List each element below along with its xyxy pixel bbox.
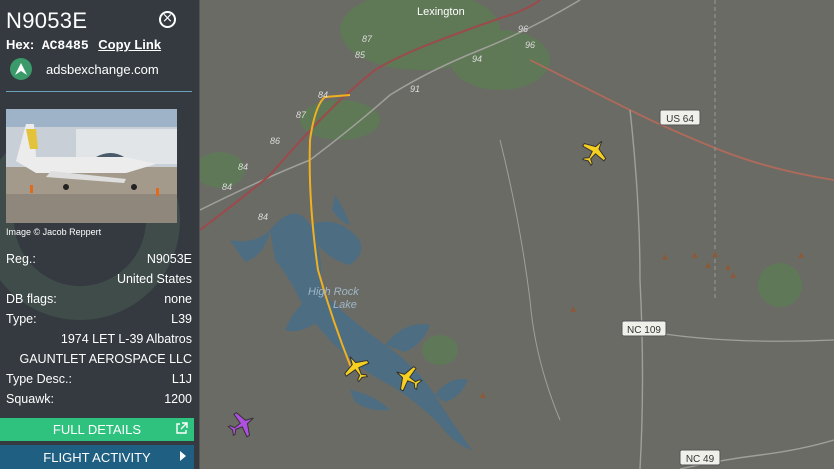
road-shield-nc49: NC 49 <box>679 449 721 466</box>
source-label: adsbexchange.com <box>46 61 159 77</box>
city-label: Lexington <box>417 6 465 18</box>
source-link[interactable]: adsbexchange.com <box>10 57 159 81</box>
flight-activity-button[interactable]: FLIGHT ACTIVITY <box>0 445 194 469</box>
lake-label-line1: High Rock <box>308 286 359 298</box>
svg-text:85: 85 <box>355 50 366 60</box>
detail-row-db-flags: DB flags: none <box>6 292 192 308</box>
detail-label: DB flags: <box>6 292 57 306</box>
svg-text:87: 87 <box>362 34 373 44</box>
image-credit: Image © Jacob Reppert <box>6 227 102 237</box>
detail-value: none <box>164 292 192 306</box>
svg-text:US 64: US 64 <box>666 114 694 125</box>
svg-text:87: 87 <box>296 110 307 120</box>
copy-link[interactable]: Copy Link <box>98 37 161 52</box>
svg-text:84: 84 <box>318 90 328 100</box>
svg-text:NC 109: NC 109 <box>627 325 661 336</box>
svg-text:86: 86 <box>270 136 280 146</box>
svg-text:91: 91 <box>410 84 420 94</box>
detail-row-country: United States <box>6 272 192 288</box>
aircraft-photo[interactable] <box>6 109 177 223</box>
hex-row: Hex: AC8485 Copy Link <box>6 37 161 53</box>
detail-value: GAUNTLET AEROSPACE LLC <box>19 352 192 366</box>
adsbexchange-logo-icon <box>10 58 32 80</box>
full-details-label: FULL DETAILS <box>52 422 142 437</box>
svg-text:94: 94 <box>472 54 482 64</box>
map-view[interactable]: Lexington High Rock Lake US 64 NC 109 NC… <box>200 0 834 469</box>
chevron-right-icon <box>180 451 186 461</box>
detail-value: 1974 LET L-39 Albatros <box>60 332 192 346</box>
svg-text:84: 84 <box>258 212 268 222</box>
external-link-icon <box>175 422 188 438</box>
detail-value: N9053E <box>146 252 192 266</box>
detail-label: Type Desc.: <box>6 372 72 386</box>
flight-activity-label: FLIGHT ACTIVITY <box>43 449 151 465</box>
svg-text:96: 96 <box>525 40 535 50</box>
detail-row-owner: GAUNTLET AEROSPACE LLC <box>6 352 192 368</box>
detail-row-type: Type: L39 <box>6 312 192 328</box>
detail-value: 1200 <box>164 392 192 406</box>
detail-value: United States <box>116 272 192 286</box>
divider <box>6 91 192 92</box>
hex-value: AC8485 <box>41 38 89 53</box>
full-details-button[interactable]: FULL DETAILS <box>0 418 194 441</box>
detail-label: Squawk: <box>6 392 54 406</box>
detail-label: Reg.: <box>6 252 36 266</box>
svg-text:84: 84 <box>238 162 248 172</box>
svg-text:84: 84 <box>222 182 232 192</box>
detail-value: L39 <box>171 312 192 326</box>
detail-row-type-desc: Type Desc.: L1J <box>6 372 192 388</box>
aircraft-info-panel: N9053E × Hex: AC8485 Copy Link adsbexcha… <box>0 0 200 469</box>
detail-row-registration: Reg.: N9053E <box>6 252 192 268</box>
detail-label: Type: <box>6 312 37 326</box>
svg-text:NC 49: NC 49 <box>686 454 715 465</box>
hex-label: Hex: <box>6 37 35 52</box>
lake-label-line2: Lake <box>333 299 357 311</box>
svg-text:96: 96 <box>518 24 528 34</box>
close-icon[interactable]: × <box>159 11 176 28</box>
road-shield-us64: US 64 <box>659 109 701 126</box>
road-shield-nc109: NC 109 <box>621 320 667 337</box>
aircraft-registration-title: N9053E <box>6 8 88 33</box>
detail-row-model: 1974 LET L-39 Albatros <box>6 332 192 348</box>
detail-value: L1J <box>171 372 192 386</box>
detail-row-squawk: Squawk: 1200 <box>6 392 192 408</box>
